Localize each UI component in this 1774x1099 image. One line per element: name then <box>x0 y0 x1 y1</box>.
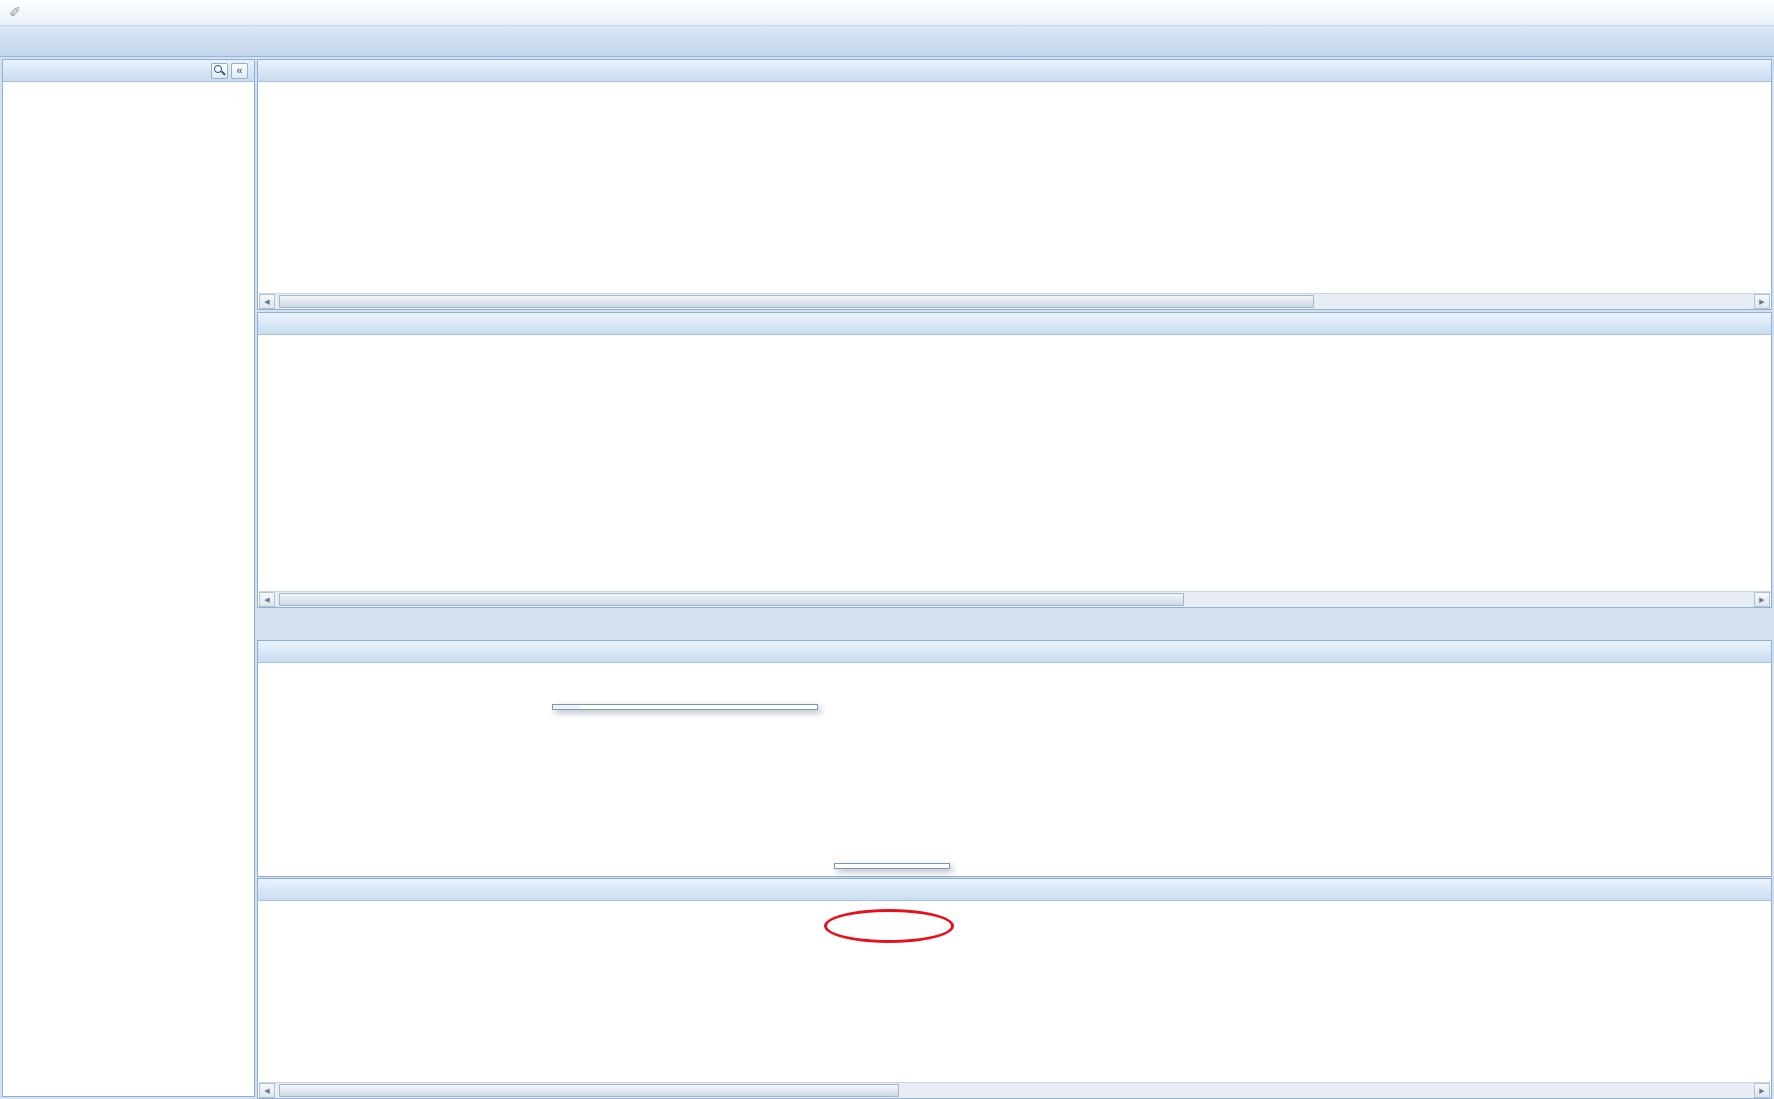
stages-horizontal-scrollbar[interactable] <box>259 591 1770 607</box>
scroll-left-icon[interactable] <box>259 592 275 607</box>
scrollbar-thumb[interactable] <box>279 1084 899 1097</box>
scroll-left-icon[interactable] <box>259 294 275 309</box>
scroll-left-icon[interactable] <box>259 1083 275 1098</box>
state-submenu <box>834 863 950 869</box>
price-structure-panel-header <box>258 641 1771 663</box>
calculation-horizontal-scrollbar[interactable] <box>259 1082 1770 1098</box>
contracts-horizontal-scrollbar[interactable] <box>259 293 1770 309</box>
context-menu <box>552 704 818 710</box>
menubar <box>0 0 1774 26</box>
calculation-panel <box>257 878 1772 1099</box>
contracts-panel <box>257 59 1772 310</box>
scroll-right-icon[interactable] <box>1754 592 1770 607</box>
price-structure-panel <box>257 640 1772 877</box>
hierarchy-panel-header: « <box>3 60 254 82</box>
scrollbar-track[interactable] <box>275 294 1754 309</box>
detail-tabs <box>257 611 1772 639</box>
collapse-panel-icon[interactable]: « <box>231 63 248 79</box>
contracts-panel-header <box>258 60 1771 82</box>
scrollbar-thumb[interactable] <box>279 295 1314 308</box>
stages-panel <box>257 312 1772 608</box>
hierarchy-tree <box>3 82 254 92</box>
calculation-panel-header <box>258 879 1771 901</box>
scrollbar-track[interactable] <box>275 1083 1754 1098</box>
workspace-tabbar <box>0 26 1774 57</box>
hierarchy-panel: « <box>2 59 255 1097</box>
scrollbar-track[interactable] <box>275 592 1754 607</box>
scroll-right-icon[interactable] <box>1754 1083 1770 1098</box>
scroll-right-icon[interactable] <box>1754 294 1770 309</box>
app-logo-icon <box>6 4 24 22</box>
search-icon[interactable] <box>211 63 228 79</box>
stages-panel-header <box>258 313 1771 335</box>
scrollbar-thumb[interactable] <box>279 593 1184 606</box>
